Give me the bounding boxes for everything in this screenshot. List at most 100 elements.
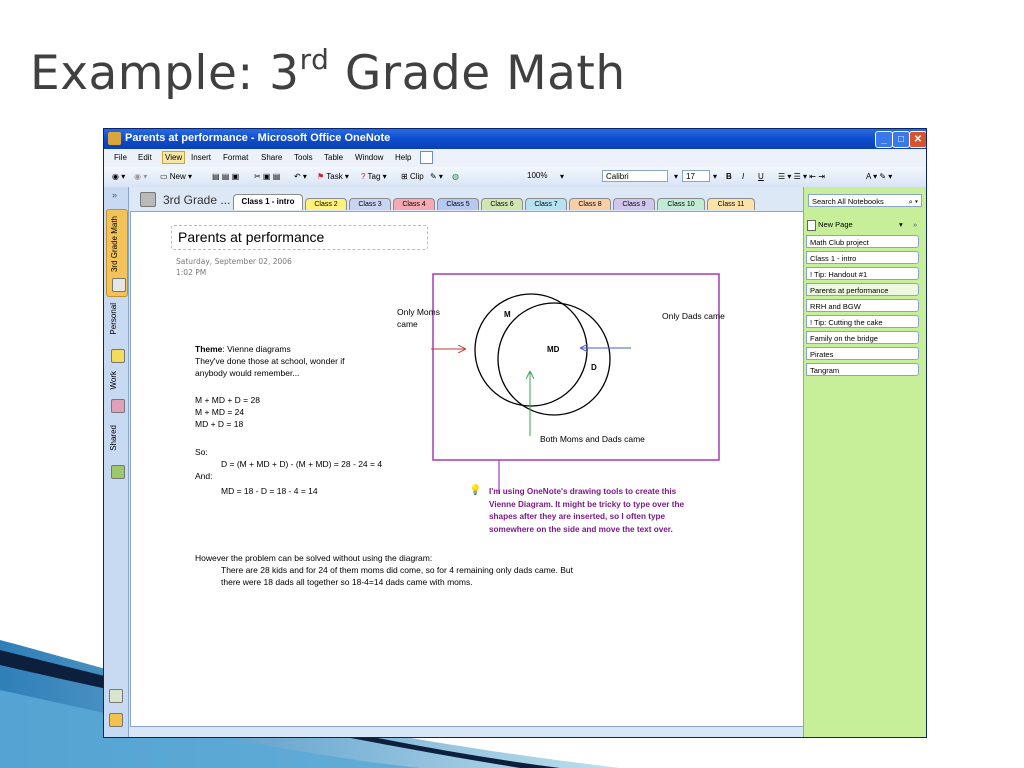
unfiled-notes-icon[interactable] [109, 689, 123, 703]
note-line[interactable]: And: [195, 470, 213, 482]
font-size-box[interactable]: 17 [682, 170, 710, 182]
menu-share[interactable]: Share [261, 153, 282, 162]
page-tab[interactable]: Math Club project [806, 235, 919, 248]
window-titlebar[interactable]: Parents at performance - Microsoft Offic… [104, 129, 926, 149]
page-tab[interactable]: RRH and BGW [806, 299, 919, 312]
tip-note[interactable]: I'm using OneNote's drawing tools to cre… [489, 486, 739, 536]
venn-diagram-drawing[interactable] [431, 262, 731, 522]
print-icon[interactable]: ▤ ▤ ▣ [212, 172, 239, 181]
close-button[interactable]: ✕ [909, 131, 926, 148]
section-tab-class-9[interactable]: Class 9 [613, 198, 655, 210]
notebook-work[interactable]: Work [106, 367, 126, 417]
cut-copy-paste-icon[interactable]: ✂ ▣ ▤ [254, 172, 280, 181]
section-tab-class-11[interactable]: Class 11 [707, 198, 755, 210]
notebook-personal[interactable]: Personal [106, 299, 126, 363]
region-d-label[interactable]: D [591, 362, 597, 374]
page-title[interactable]: Parents at performance [178, 229, 324, 245]
region-md-label[interactable]: MD [547, 344, 559, 356]
only-moms-label[interactable]: Only Moms [397, 306, 440, 318]
section-tab-class-1[interactable]: Class 1 - intro [233, 194, 303, 210]
theme-line[interactable]: Theme: Vienne diagrams [195, 343, 291, 355]
section-tab-class-6[interactable]: Class 6 [481, 198, 523, 210]
bold-button[interactable]: B [726, 172, 732, 181]
italic-button[interactable]: I [742, 172, 744, 181]
equation-line[interactable]: M + MD + D = 28 [195, 394, 260, 406]
back-icon[interactable]: ◉ ▾ [112, 172, 125, 181]
moms-circle[interactable] [474, 293, 588, 407]
note-line[interactable]: there were 18 dads all together so 18-4=… [221, 576, 473, 588]
section-tab-class-7[interactable]: Class 7 [525, 198, 567, 210]
page-title-box[interactable]: Parents at performance [171, 225, 428, 250]
task-button[interactable]: ⚑ Task ▾ [317, 172, 349, 181]
undo-icon[interactable]: ↶ ▾ [294, 172, 307, 181]
note-line[interactable]: So: [195, 446, 208, 458]
page-tab[interactable]: Pirates [806, 347, 919, 360]
search-icon[interactable]: ⌕ ▾ [909, 195, 918, 208]
region-m-label[interactable]: M [504, 309, 511, 321]
minimize-button[interactable]: _ [875, 131, 893, 148]
forward-icon[interactable]: ◉ ▾ [134, 172, 147, 181]
zoom-icon[interactable]: ◍ [452, 172, 459, 181]
section-tab-class-3[interactable]: Class 3 [349, 198, 391, 210]
menu-view[interactable]: View [162, 151, 186, 164]
menu-insert[interactable]: Insert [191, 153, 211, 162]
page-tab[interactable]: Class 1 - intro [806, 251, 919, 264]
size-dropdown-icon[interactable]: ▾ [713, 172, 717, 181]
only-moms-label-2[interactable]: came [397, 318, 418, 330]
menu-format[interactable]: Format [223, 153, 248, 162]
section-tab-class-2[interactable]: Class 2 [305, 198, 347, 210]
bullets-icon[interactable]: ☰ ▾ ☰ ▾ ⇤ ⇥ [778, 172, 825, 181]
tag-button[interactable]: ? Tag ▾ [361, 172, 387, 181]
new-page-button[interactable]: New Page ▾ » [807, 218, 922, 231]
all-notebooks-icon[interactable] [109, 713, 123, 727]
underline-button[interactable]: U [758, 172, 764, 181]
equation-line[interactable]: D = (M + MD + D) - (M + MD) = 28 - 24 = … [221, 458, 382, 470]
page-canvas[interactable]: Parents at performance Saturday, Septemb… [130, 211, 806, 727]
note-line[interactable]: They've done those at school, wonder if [195, 355, 345, 367]
note-line[interactable]: However the problem can be solved withou… [195, 552, 432, 564]
equation-line[interactable]: MD = 18 - D = 18 - 4 = 14 [221, 485, 318, 497]
only-dads-label[interactable]: Only Dads came [662, 310, 725, 322]
section-tab-class-5[interactable]: Class 5 [437, 198, 479, 210]
tag-button-label: Tag [367, 172, 381, 181]
section-tab-class-4[interactable]: Class 4 [393, 198, 435, 210]
collapse-pages-icon[interactable]: » [913, 218, 917, 231]
zoom-level[interactable]: 100% [524, 170, 550, 182]
menu-tools[interactable]: Tools [294, 153, 313, 162]
clip-button[interactable]: ⊞ Clip [401, 172, 424, 181]
new-button[interactable]: ▭ New ▾ [160, 172, 192, 181]
page-tab[interactable]: ! Tip: Handout #1 [806, 267, 919, 280]
page-tab-active[interactable]: Parents at performance [806, 283, 919, 296]
search-all-notebooks-box[interactable]: Search All Notebooks ⌕ ▾ [808, 194, 922, 207]
font-name-box[interactable]: Calibri [602, 170, 668, 182]
new-page-dropdown-icon[interactable]: ▾ [899, 218, 903, 231]
new-page-label: New Page [818, 220, 853, 229]
menu-help[interactable]: Help [395, 153, 411, 162]
pen-icon[interactable]: ✎ ▾ [430, 172, 443, 181]
notebook-shared[interactable]: Shared [106, 421, 126, 483]
section-tab-class-8[interactable]: Class 8 [569, 198, 611, 210]
both-label[interactable]: Both Moms and Dads came [540, 433, 645, 445]
page-tab[interactable]: Family on the bridge [806, 331, 919, 344]
font-color-icon[interactable]: A ▾ ✎ ▾ [866, 172, 892, 181]
menu-file[interactable]: File [114, 153, 127, 162]
page-tabs-panel: Search All Notebooks ⌕ ▾ New Page ▾ » Ma… [803, 187, 926, 737]
nav-collapse-icon[interactable]: » [112, 190, 117, 200]
zoom-dropdown-icon[interactable]: ▾ [560, 172, 564, 181]
font-dropdown-icon[interactable]: ▾ [674, 172, 678, 181]
dads-circle[interactable] [497, 302, 611, 416]
page-tab[interactable]: Tangram [806, 363, 919, 376]
equation-line[interactable]: MD + D = 18 [195, 418, 243, 430]
note-line[interactable]: anybody would remember... [195, 367, 299, 379]
page-tab[interactable]: ! Tip: Cutting the cake [806, 315, 919, 328]
menu-edit[interactable]: Edit [138, 153, 152, 162]
equation-line[interactable]: M + MD = 24 [195, 406, 244, 418]
section-tab-class-10[interactable]: Class 10 [657, 198, 705, 210]
help-icon[interactable] [420, 151, 433, 164]
maximize-button[interactable]: □ [892, 131, 910, 148]
menu-window[interactable]: Window [355, 153, 383, 162]
slide-title-end: Grade Math [329, 46, 626, 101]
notebook-3rd-grade-math[interactable]: 3rd Grade Math [106, 209, 128, 297]
note-line[interactable]: There are 28 kids and for 24 of them mom… [221, 564, 573, 576]
menu-table[interactable]: Table [324, 153, 343, 162]
